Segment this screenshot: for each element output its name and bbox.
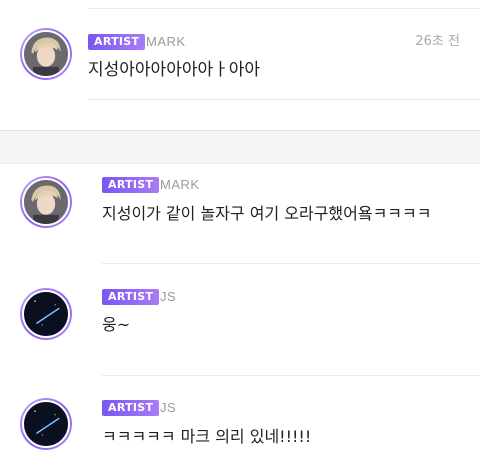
artist-badge: ARTIST (102, 400, 160, 416)
comment-text: 지성아아아아아아ㅏ아아 (88, 60, 261, 80)
author-name[interactable]: MARK (160, 177, 200, 193)
comment-item[interactable]: ARTIST JS ㅋㅋㅋㅋㅋ 마크 의리 있네!!!!! (0, 376, 480, 475)
author-name[interactable]: JS (160, 400, 176, 416)
avatar[interactable] (20, 288, 72, 340)
avatar[interactable] (20, 176, 72, 228)
artist-badge: ARTIST (102, 177, 160, 193)
comment-text: 웅~ (102, 315, 131, 334)
person-photo-icon (24, 180, 68, 224)
person-photo-icon (24, 32, 68, 76)
row-divider (88, 99, 480, 100)
comment-item[interactable]: ARTIST MARK 지성이가 같이 놀자구 여기 오라구했어욬ㅋㅋㅋㅋ (0, 164, 480, 264)
artist-badge: ARTIST (88, 34, 146, 50)
comment-text: 지성이가 같이 놀자구 여기 오라구했어욬ㅋㅋㅋㅋ (102, 204, 432, 223)
comment-item[interactable]: ARTIST MARK 26초 전 지성아아아아아아ㅏ아아 (0, 0, 480, 130)
comment-text: ㅋㅋㅋㅋㅋ 마크 의리 있네!!!!! (102, 427, 312, 446)
timestamp: 26초 전 (415, 34, 460, 49)
avatar[interactable] (20, 398, 72, 450)
avatar[interactable] (20, 28, 72, 80)
night-sky-icon (24, 402, 68, 446)
night-sky-icon (24, 292, 68, 336)
comment-item[interactable]: ARTIST JS 웅~ (0, 264, 480, 376)
author-name[interactable]: JS (160, 289, 176, 305)
author-name[interactable]: MARK (146, 34, 186, 50)
section-gap (0, 130, 480, 164)
artist-badge: ARTIST (102, 289, 160, 305)
